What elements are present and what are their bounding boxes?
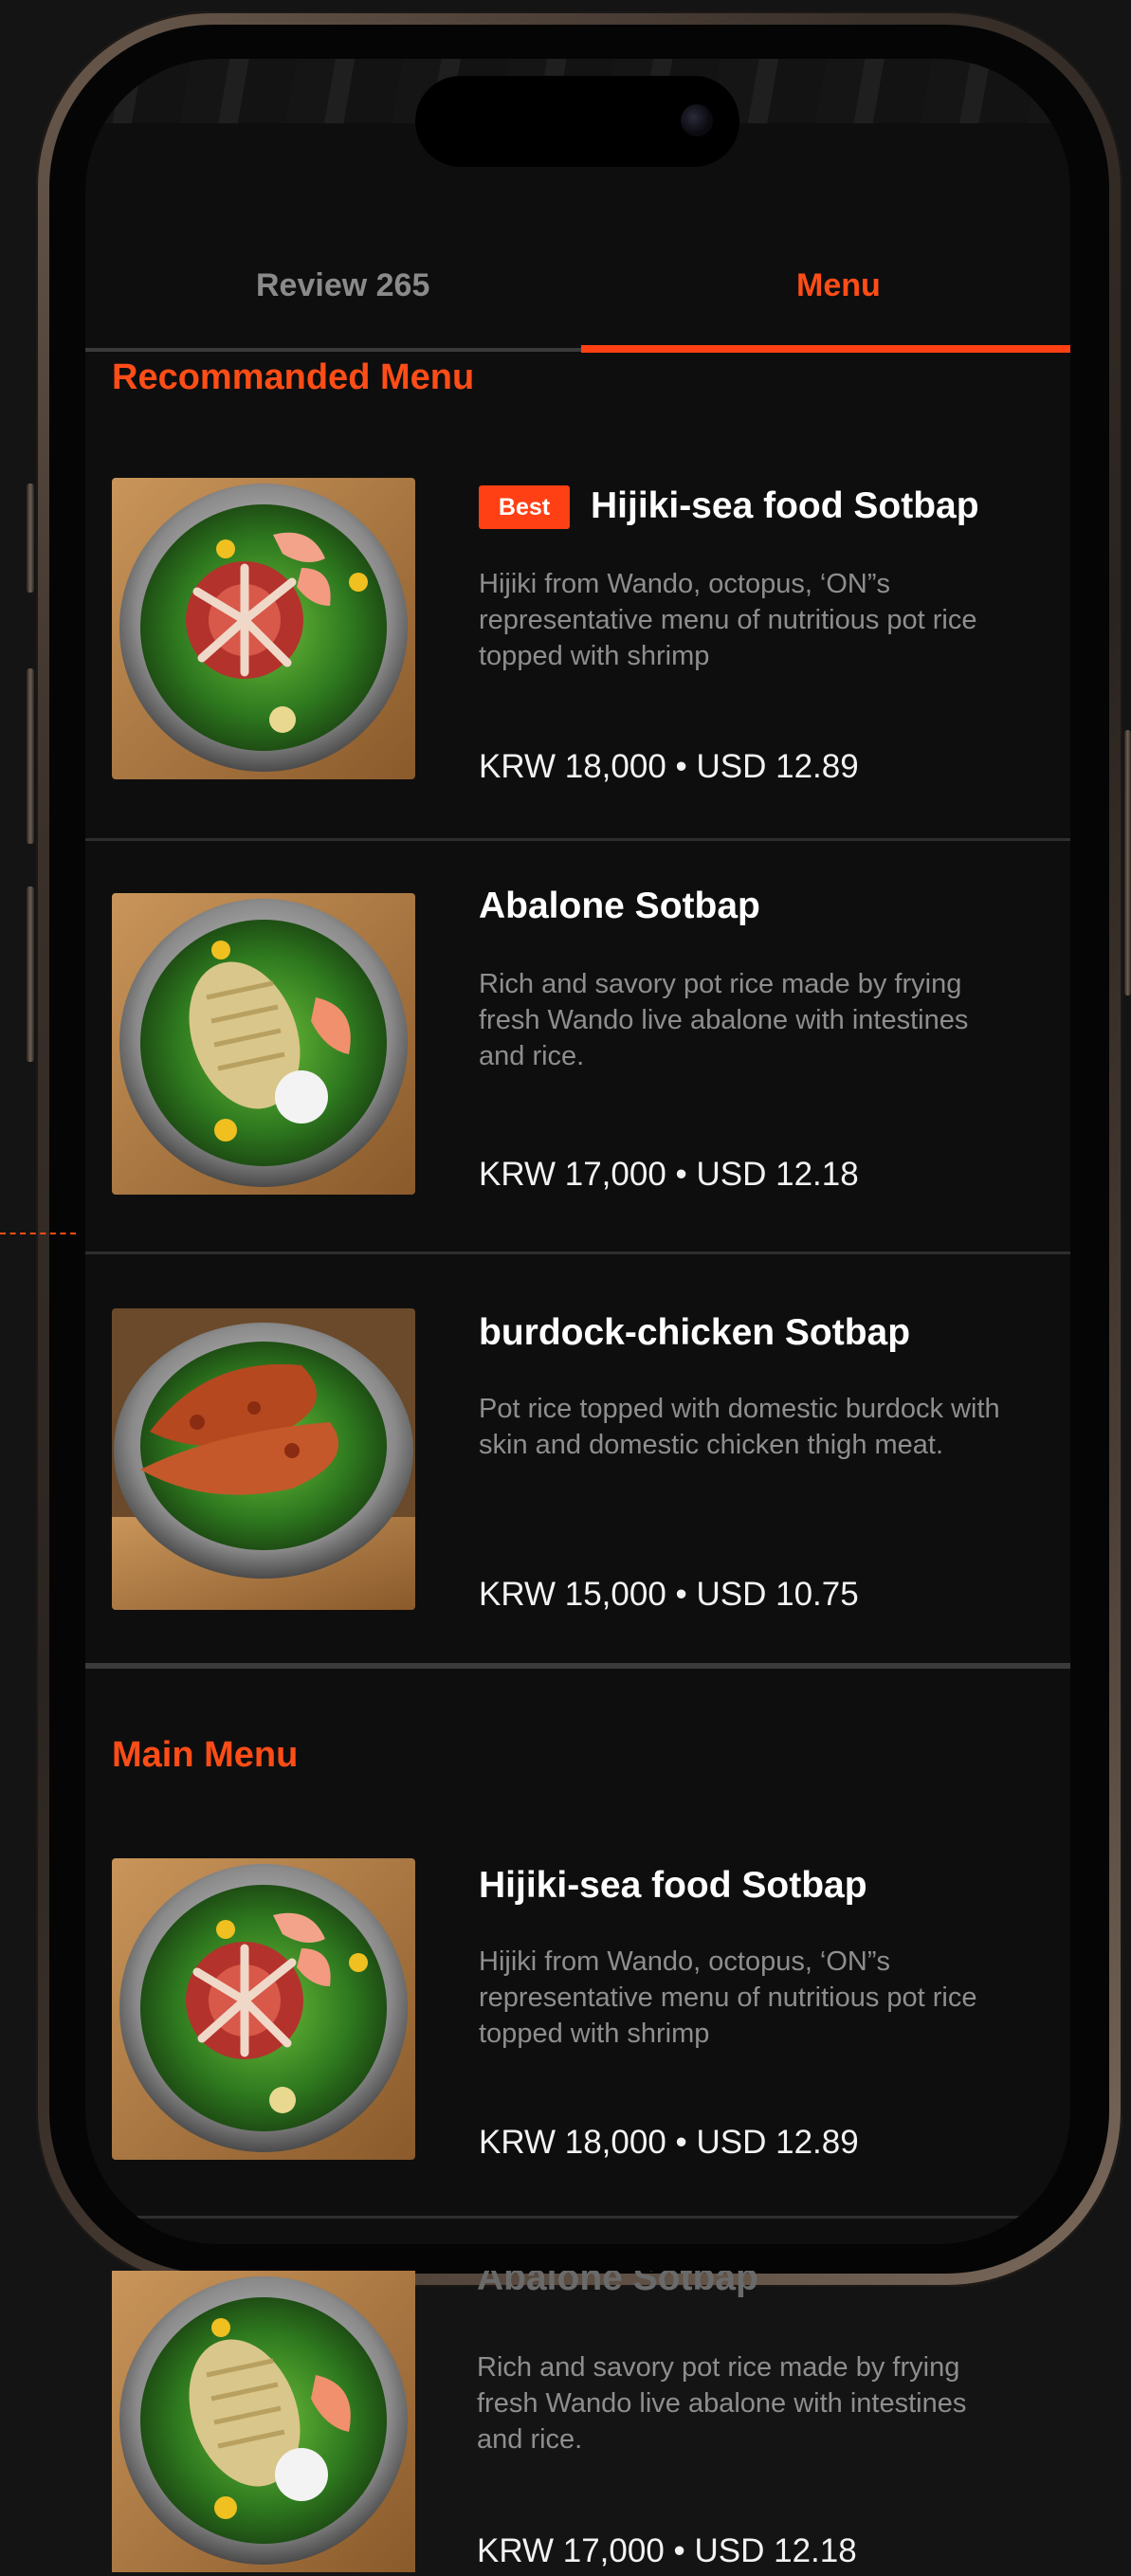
section-divider [85, 1663, 1070, 1669]
tab-active-indicator [581, 345, 1070, 353]
menu-item-price: KRW 15,000 • USD 10.75 [479, 1576, 859, 1613]
menu-item-title[interactable]: Hijiki-sea food Sotbap [479, 1865, 867, 1907]
section-title-recommended: Recommanded Menu [112, 357, 475, 397]
chicken-pot-rice-image[interactable] [112, 1308, 415, 1610]
row-divider [85, 838, 1070, 841]
app-screen: Review 265 Menu Recommanded Menu Best Hi… [85, 59, 1070, 2244]
menu-item-description: Pot rice topped with domestic burdock wi… [479, 1394, 1000, 1460]
row-divider [85, 2216, 1070, 2219]
guide-line [0, 1233, 76, 1234]
menu-item-title[interactable]: Abalone Sotbap [479, 886, 760, 927]
side-button-mute [27, 484, 34, 593]
menu-item-description: Rich and savory pot rice made by frying … [477, 2352, 967, 2455]
menu-item-price: KRW 17,000 • USD 12.18 [477, 2532, 857, 2569]
tab-bar: Review 265 Menu [85, 201, 1070, 353]
abalone-pot-rice-image[interactable] [112, 2271, 415, 2572]
front-camera-icon [681, 104, 713, 137]
abalone-pot-rice-image[interactable] [112, 893, 415, 1195]
section-title-main: Main Menu [112, 1735, 299, 1775]
dynamic-island [415, 76, 739, 167]
menu-item-description: Rich and savory pot rice made by frying … [479, 969, 969, 1071]
menu-item-title[interactable]: Abalone Sotbap [477, 2271, 758, 2299]
tab-menu[interactable]: Menu [796, 267, 881, 304]
octopus-shrimp-pot-rice-image[interactable] [112, 478, 415, 779]
menu-item-price: KRW 18,000 • USD 12.89 [479, 2124, 859, 2161]
side-button-power [1124, 730, 1131, 996]
menu-item-description: Hijiki from Wando, octopus, ‘ON”s repres… [479, 569, 977, 671]
octopus-shrimp-pot-rice-image[interactable] [112, 1858, 415, 2160]
menu-item-price: KRW 18,000 • USD 12.89 [479, 748, 859, 785]
side-button-volume-down [27, 886, 34, 1062]
menu-item-price: KRW 17,000 • USD 12.18 [479, 1156, 859, 1193]
overflow-list-item: Abalone Sotbap Rich and savory pot rice … [83, 2271, 1126, 2576]
menu-item-title[interactable]: Hijiki-sea food Sotbap [591, 485, 979, 527]
side-button-volume-up [27, 668, 34, 844]
best-badge: Best [479, 485, 570, 529]
menu-item-title[interactable]: burdock-chicken Sotbap [479, 1312, 910, 1354]
tab-review[interactable]: Review 265 [256, 267, 429, 304]
menu-item-description: Hijiki from Wando, octopus, ‘ON”s repres… [479, 1946, 977, 2049]
row-divider [85, 1251, 1070, 1254]
